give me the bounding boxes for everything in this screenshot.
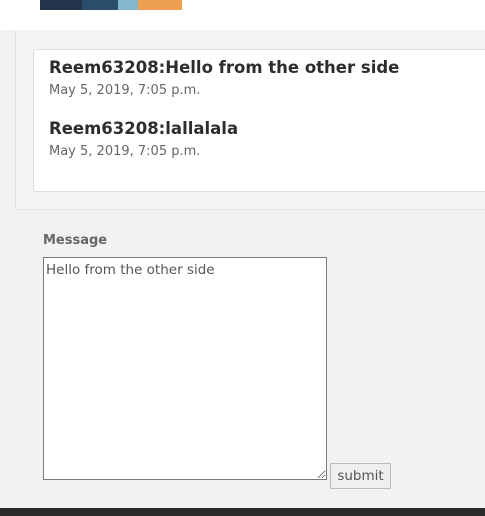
footer-bar <box>0 508 485 516</box>
message-text: Reem63208:Hello from the other side <box>49 58 400 77</box>
submit-button[interactable]: submit <box>330 463 391 489</box>
message-item: Reem63208:Hello from the other side May … <box>49 58 399 99</box>
banner-segment <box>118 0 138 10</box>
banner-segment <box>138 0 182 10</box>
message-textarea[interactable]: Hello from the other side <box>43 257 327 480</box>
banner-image <box>40 0 182 10</box>
header-strip <box>0 0 485 30</box>
message-list: Reem63208:Hello from the other side May … <box>33 49 485 192</box>
message-item: Reem63208:lallalala May 5, 2019, 7:05 p.… <box>49 119 238 160</box>
banner-segment <box>40 0 82 10</box>
message-label: Message <box>43 233 108 248</box>
message-timestamp: May 5, 2019, 7:05 p.m. <box>49 83 201 98</box>
message-text: Reem63208:lallalala <box>49 119 239 138</box>
message-timestamp: May 5, 2019, 7:05 p.m. <box>49 144 201 159</box>
banner-segment <box>82 0 118 10</box>
